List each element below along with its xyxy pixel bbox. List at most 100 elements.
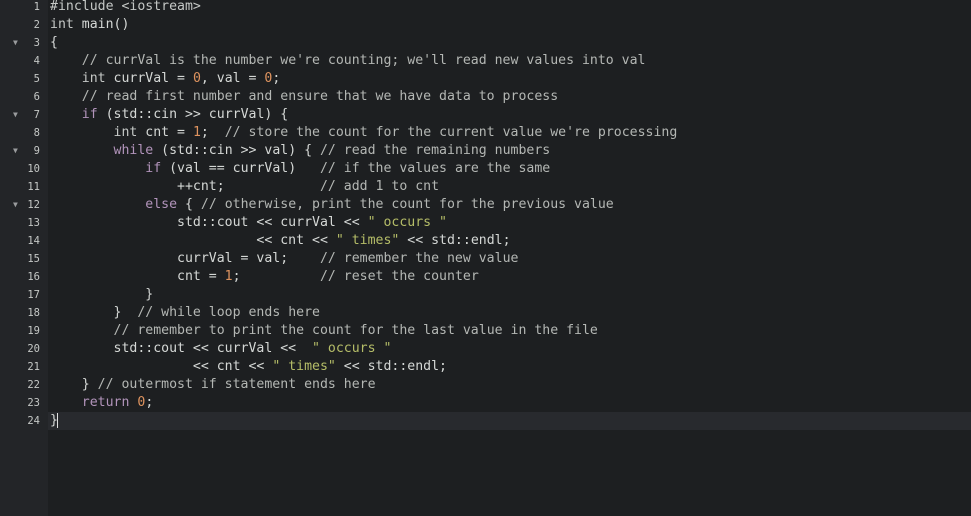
code-token: ; xyxy=(272,71,281,86)
code-line[interactable]: int currVal = 0, val = 0; xyxy=(48,70,971,88)
code-token: } xyxy=(50,287,154,302)
line-number: 18 xyxy=(27,307,40,319)
gutter-line: 1 xyxy=(0,0,48,16)
code-token: } xyxy=(50,305,138,320)
line-number: 13 xyxy=(27,217,40,229)
code-line[interactable]: // remember to print the count for the l… xyxy=(48,322,971,340)
code-line[interactable]: int main() xyxy=(48,16,971,34)
code-token: // remember the new value xyxy=(319,251,519,266)
gutter-line: 21 xyxy=(0,358,48,376)
gutter-line: 20 xyxy=(0,340,48,358)
gutter-line: 10 xyxy=(0,160,48,178)
code-line[interactable]: } xyxy=(48,286,971,304)
code-token: // outermost if statement ends here xyxy=(97,377,376,392)
code-token: cnt = xyxy=(50,269,225,284)
code-token: { xyxy=(177,197,201,212)
code-line[interactable]: std::cout << currVal << " occurs " xyxy=(48,340,971,358)
gutter-line: ▼ 3 xyxy=(0,34,48,52)
code-token: (val == currVal) xyxy=(161,161,320,176)
code-line[interactable]: currVal = val; // remember the new value xyxy=(48,250,971,268)
code-token: // read the remaining numbers xyxy=(319,143,551,158)
code-line[interactable]: ++cnt; // add 1 to cnt xyxy=(48,178,971,196)
triangle-down-icon[interactable]: ▼ xyxy=(13,34,18,52)
gutter-line: 2 xyxy=(0,16,48,34)
line-number: 4 xyxy=(33,55,40,67)
triangle-down-icon[interactable]: ▼ xyxy=(13,142,18,160)
code-token: " times" xyxy=(272,359,336,374)
code-line[interactable]: int cnt = 1; // store the count for the … xyxy=(48,124,971,142)
code-token: cnt = xyxy=(137,125,193,140)
line-number: 23 xyxy=(27,397,40,409)
code-line[interactable]: << cnt << " times" << std::endl; xyxy=(48,232,971,250)
code-token: if xyxy=(81,107,98,122)
gutter-line: 13 xyxy=(0,214,48,232)
code-token: std::cout << currVal << xyxy=(50,341,313,356)
code-token: ; xyxy=(145,395,154,410)
gutter-line: ▼ 9 xyxy=(0,142,48,160)
gutter-line: 5 xyxy=(0,70,48,88)
line-number: 2 xyxy=(33,19,40,31)
code-line[interactable]: while (std::cin >> val) { // read the re… xyxy=(48,142,971,160)
code-line[interactable]: if (std::cin >> currVal) { xyxy=(48,106,971,124)
code-token: // otherwise, print the count for the pr… xyxy=(200,197,614,212)
code-token: int xyxy=(113,125,138,140)
line-number: 16 xyxy=(27,271,40,283)
line-number: 14 xyxy=(27,235,40,247)
triangle-down-icon[interactable]: ▼ xyxy=(13,106,18,124)
code-area[interactable]: #include <iostream> int main(){ // currVa… xyxy=(48,0,971,516)
code-token: int xyxy=(81,71,106,86)
code-line[interactable]: if (val == currVal) // if the values are… xyxy=(48,160,971,178)
code-token: // while loop ends here xyxy=(137,305,320,320)
line-number: 6 xyxy=(33,91,40,103)
triangle-down-icon[interactable]: ▼ xyxy=(13,196,18,214)
code-token: // read first number and ensure that we … xyxy=(81,89,559,104)
line-number: 11 xyxy=(27,181,40,193)
code-line[interactable]: << cnt << " times" << std::endl; xyxy=(48,358,971,376)
line-number: 22 xyxy=(27,379,40,391)
gutter-line: 8 xyxy=(0,124,48,142)
gutter-line: 14 xyxy=(0,232,48,250)
code-line[interactable]: } // outermost if statement ends here xyxy=(48,376,971,394)
code-line[interactable]: return 0; xyxy=(48,394,971,412)
gutter-line: 24 xyxy=(0,412,48,430)
line-number: 9 xyxy=(33,145,40,157)
line-number-gutter: 1 2 ▼ 3 4 5 6 ▼ 7 8 ▼ 9 10 11 ▼ 12 13 14 15 16 17 18 19 20 21 22 2… xyxy=(0,0,48,516)
code-line[interactable]: else { // otherwise, print the count for… xyxy=(48,196,971,214)
code-token: << std::endl; xyxy=(399,233,511,248)
code-line[interactable]: // read first number and ensure that we … xyxy=(48,88,971,106)
code-line[interactable]: // currVal is the number we're counting;… xyxy=(48,52,971,70)
gutter-line: 19 xyxy=(0,322,48,340)
code-editor[interactable]: 1 2 ▼ 3 4 5 6 ▼ 7 8 ▼ 9 10 11 ▼ 12 13 14 15 16 17 18 19 20 21 22 2… xyxy=(0,0,971,516)
code-token: } xyxy=(50,377,98,392)
code-token: ; xyxy=(232,269,320,284)
code-line[interactable]: } xyxy=(48,412,971,430)
code-token: << cnt << xyxy=(50,359,273,374)
code-line[interactable]: } // while loop ends here xyxy=(48,304,971,322)
line-number: 21 xyxy=(27,361,40,373)
code-line[interactable]: cnt = 1; // reset the counter xyxy=(48,268,971,286)
code-token: else xyxy=(145,197,178,212)
gutter-line: 22 xyxy=(0,376,48,394)
gutter-line: 17 xyxy=(0,286,48,304)
line-number: 20 xyxy=(27,343,40,355)
code-token: ; xyxy=(200,125,225,140)
code-token: // reset the counter xyxy=(319,269,479,284)
line-number: 5 xyxy=(33,73,40,85)
code-line[interactable]: std::cout << currVal << " occurs " xyxy=(48,214,971,232)
code-line[interactable]: #include <iostream> xyxy=(48,0,971,16)
code-token: return xyxy=(81,395,130,410)
code-token: , val = xyxy=(200,71,265,86)
line-number: 8 xyxy=(33,127,40,139)
code-token: // remember to print the count for the l… xyxy=(113,323,598,338)
code-line[interactable]: { xyxy=(48,34,971,52)
code-token: (std::cin >> val) { xyxy=(153,143,320,158)
